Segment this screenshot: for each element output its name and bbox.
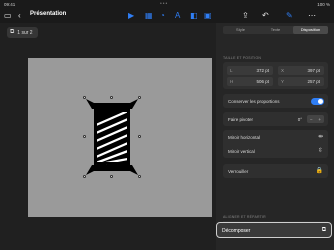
- rotate-label: Faire pivoter: [228, 116, 254, 122]
- selection-handle[interactable]: [138, 135, 141, 138]
- lock-icon: 🔒: [315, 168, 323, 174]
- height-field[interactable]: H 506 pt: [227, 77, 273, 86]
- multitask-dots[interactable]: •••: [160, 1, 168, 7]
- play-icon[interactable]: ▶: [128, 9, 134, 21]
- decompose-button[interactable]: Décomposer ⧉: [216, 222, 332, 238]
- flip-vertical-row[interactable]: Miroir vertical ⇳: [223, 144, 328, 158]
- tab-text[interactable]: Texte: [258, 26, 293, 34]
- flip-horizontal-icon: ⇹: [317, 134, 323, 140]
- spool-shape[interactable]: [84, 97, 140, 177]
- flip-horizontal-row[interactable]: Miroir horizontal ⇹: [223, 130, 328, 144]
- selection-handle[interactable]: [138, 175, 141, 178]
- slide-indicator: 1 sur 2: [17, 29, 33, 36]
- slide[interactable]: [28, 58, 212, 217]
- status-time: 09:41: [4, 2, 16, 7]
- selection-handle[interactable]: [138, 96, 141, 99]
- text-icon[interactable]: A: [175, 9, 180, 21]
- status-bar: 09:41 ••• 100 %: [0, 0, 334, 9]
- size-position-card: L 372 pt X 397 pt H 506 pt Y 257 pt: [223, 62, 328, 89]
- chart-icon[interactable]: ◔: [160, 9, 165, 21]
- flip-vertical-label: Miroir vertical: [228, 148, 255, 154]
- y-label: Y: [281, 79, 285, 84]
- flip-vertical-icon: ⇳: [317, 148, 323, 154]
- sidebar-icon[interactable]: ▭: [4, 9, 12, 21]
- keep-ratio-label: Conserver les proportions: [228, 98, 280, 104]
- shape-icon[interactable]: ◧: [190, 9, 198, 21]
- align-distribute-header: ALIGNER ET RÉPARTIR: [223, 215, 266, 219]
- width-field[interactable]: L 372 pt: [227, 66, 273, 75]
- rotate-value: 0°: [297, 116, 302, 122]
- more-icon[interactable]: ⋯: [308, 9, 316, 21]
- selection-handle[interactable]: [110, 96, 113, 99]
- lock-row[interactable]: Verrouiller 🔒: [223, 164, 328, 178]
- height-value: 506 pt: [256, 79, 269, 84]
- tab-layout[interactable]: Disposition: [293, 26, 328, 34]
- back-chevron-icon[interactable]: ‹: [18, 9, 21, 21]
- selection-handle[interactable]: [83, 96, 86, 99]
- flip-horizontal-label: Miroir horizontal: [228, 134, 261, 140]
- y-field[interactable]: Y 257 pt: [278, 77, 324, 86]
- lock-label: Verrouiller: [228, 168, 249, 174]
- x-field[interactable]: X 397 pt: [278, 66, 324, 75]
- keep-ratio-toggle[interactable]: [311, 98, 324, 105]
- height-label: H: [230, 79, 234, 84]
- undo-icon[interactable]: ↶: [262, 9, 269, 21]
- plus-icon[interactable]: +: [318, 117, 321, 122]
- document-title[interactable]: Présentation: [30, 11, 66, 17]
- slide-navigator-button[interactable]: ⧉ 1 sur 2: [7, 27, 38, 38]
- canvas-area: ⧉ 1 sur 2: [0, 23, 216, 250]
- selection-handle[interactable]: [83, 175, 86, 178]
- rotate-row[interactable]: Faire pivoter 0° − +: [223, 112, 328, 126]
- battery-indicator: 100 %: [317, 2, 330, 7]
- rotate-stepper[interactable]: − +: [307, 115, 324, 123]
- format-tabs: Style Texte Disposition: [223, 26, 328, 34]
- width-label: L: [230, 68, 233, 73]
- minus-icon[interactable]: −: [310, 117, 313, 122]
- selection-handle[interactable]: [110, 175, 113, 178]
- format-brush-icon[interactable]: ✎: [286, 9, 293, 21]
- table-icon[interactable]: ▦: [145, 9, 153, 21]
- media-icon[interactable]: ▣: [204, 9, 212, 21]
- tab-style[interactable]: Style: [223, 26, 258, 34]
- y-value: 257 pt: [307, 79, 320, 84]
- share-icon[interactable]: ⇪: [242, 9, 249, 21]
- x-label: X: [281, 68, 285, 73]
- size-position-header: TAILLE ET POSITION: [223, 56, 262, 60]
- slides-icon: ⧉: [10, 29, 15, 35]
- toolbar: ▭ ‹ Présentation ▶ ▦ ◔ A ◧ ▣ ⇪ ↶ ✎ ⋯: [0, 9, 334, 23]
- decompose-icon: ⧉: [321, 226, 326, 233]
- decompose-label: Décomposer: [222, 228, 251, 234]
- keep-ratio-row[interactable]: Conserver les proportions: [223, 94, 328, 108]
- x-value: 397 pt: [307, 68, 320, 73]
- selection-handle[interactable]: [83, 135, 86, 138]
- format-panel: Style Texte Disposition TAILLE ET POSITI…: [216, 23, 334, 250]
- width-value: 372 pt: [256, 68, 269, 73]
